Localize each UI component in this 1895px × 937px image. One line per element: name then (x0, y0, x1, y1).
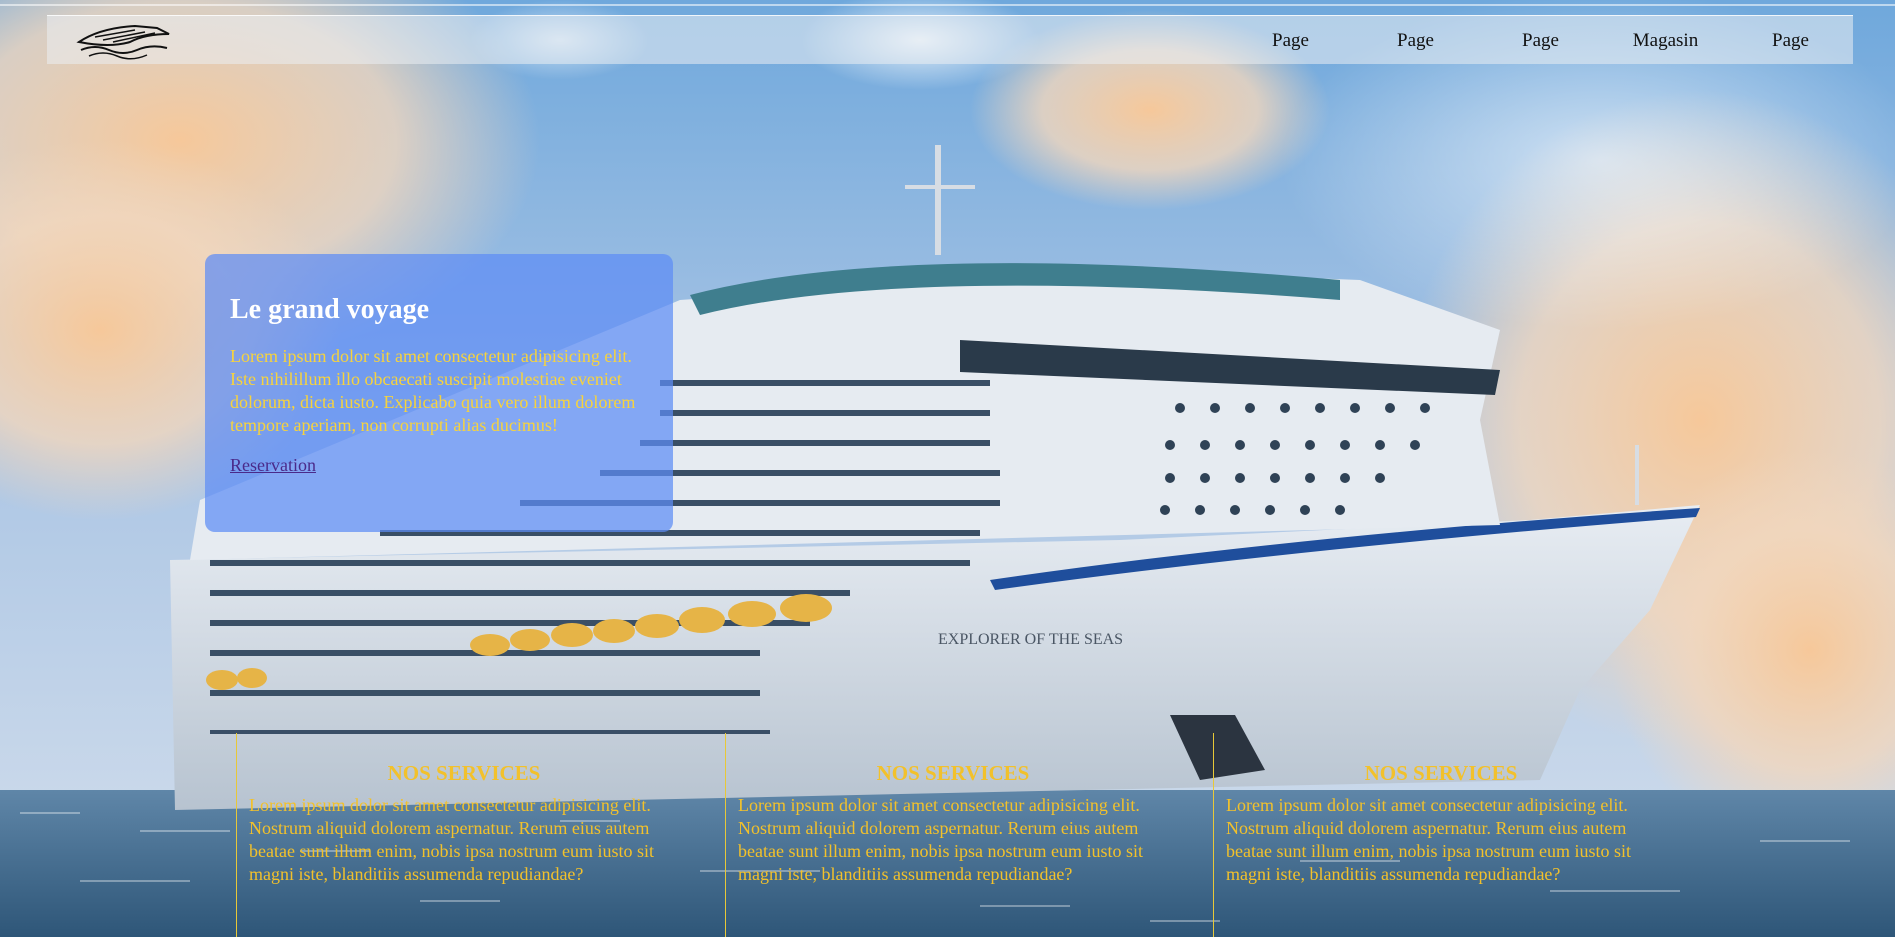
nav-link-page-1[interactable]: Page (1228, 30, 1353, 52)
service-title: NOS SERVICES (1364, 761, 1518, 785)
nav-links: Page Page Page Magasin Page (1228, 16, 1853, 65)
service-description: Lorem ipsum dolor sit amet consectetur a… (249, 795, 654, 884)
hero-card: Le grand voyage Lorem ipsum dolor sit am… (205, 254, 673, 532)
ship-logo-icon[interactable] (75, 20, 175, 62)
hero-title: Le grand voyage (230, 294, 430, 325)
nav-link-page-5[interactable]: Page (1728, 30, 1853, 52)
top-divider (0, 4, 1895, 6)
service-card-2: NOS SERVICES Lorem ipsum dolor sit amet … (725, 733, 1213, 937)
service-description: Lorem ipsum dolor sit amet consectetur a… (738, 795, 1143, 884)
nav-link-page-3[interactable]: Page (1478, 30, 1603, 52)
reservation-link[interactable]: Reservation (230, 455, 316, 476)
service-card-1: NOS SERVICES Lorem ipsum dolor sit amet … (236, 733, 724, 937)
nav-link-page-2[interactable]: Page (1353, 30, 1478, 52)
nav-link-magasin[interactable]: Magasin (1603, 30, 1728, 52)
service-title: NOS SERVICES (387, 761, 541, 785)
service-title: NOS SERVICES (876, 761, 1030, 785)
hero-description: Lorem ipsum dolor sit amet consectetur a… (230, 346, 636, 435)
service-description: Lorem ipsum dolor sit amet consectetur a… (1226, 795, 1631, 884)
ship-name-text: EXPLORER OF THE SEAS (938, 631, 1123, 648)
service-card-3: NOS SERVICES Lorem ipsum dolor sit amet … (1213, 733, 1701, 937)
navigation-bar: Page Page Page Magasin Page (47, 15, 1853, 64)
